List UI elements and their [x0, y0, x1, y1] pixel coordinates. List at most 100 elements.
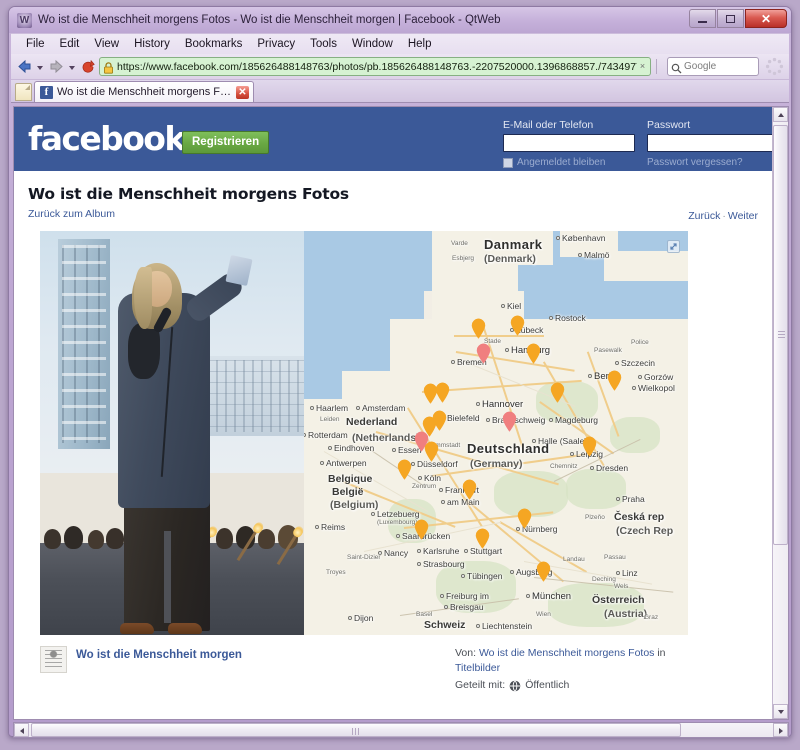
page-content: facebook Registrieren E-Mail oder Telefo…: [14, 107, 772, 719]
city-dot: [310, 406, 314, 410]
city-dot: [451, 360, 455, 364]
city-dot: [348, 616, 352, 620]
city-dot: [464, 549, 468, 553]
city-dot: [578, 253, 582, 257]
city-dot: [476, 624, 480, 628]
search-placeholder: Google: [684, 61, 717, 72]
page-name-link[interactable]: Wo ist die Menschheit morgen: [76, 646, 242, 673]
menu-bar: File Edit View History Bookmarks Privacy…: [11, 33, 789, 54]
menu-item-tools[interactable]: Tools: [303, 36, 344, 52]
city-dot: [440, 594, 444, 598]
title-bar: Wo ist die Menschheit morgens Fotos - Wo…: [9, 7, 791, 33]
shared-with-row: Geteilt mit: Öffentlich: [455, 678, 725, 693]
city-dot: [417, 562, 421, 566]
url-text: https://www.facebook.com/185626488148763…: [117, 60, 637, 73]
from-album-link[interactable]: Wo ist die Menschheit morgens Fotos: [479, 647, 654, 659]
city-dot: [356, 406, 360, 410]
url-bar[interactable]: https://www.facebook.com/185626488148763…: [99, 57, 651, 76]
email-label: E-Mail oder Telefon: [503, 119, 594, 131]
back-dropdown-icon[interactable]: [36, 59, 45, 75]
tab-title: Wo ist die Menschheit morgens Fo...: [57, 86, 232, 98]
back-to-album-link[interactable]: Zurück zum Album: [28, 208, 115, 220]
menu-item-edit[interactable]: Edit: [53, 36, 87, 52]
photo-page: Wo ist die Menschheit morgens Fotos Zurü…: [14, 171, 772, 692]
forward-arrow-icon: [48, 58, 65, 75]
rally-photograph: [40, 231, 304, 635]
city-dot: [638, 375, 642, 379]
stay-logged-in-row[interactable]: Angemeldet bleiben: [503, 157, 635, 168]
navigation-toolbar: https://www.facebook.com/185626488148763…: [11, 54, 789, 80]
city-dot: [396, 534, 400, 538]
browser-tab[interactable]: f Wo ist die Menschheit morgens Fo... ✕: [34, 81, 254, 102]
window-title: Wo ist die Menschheit morgens Fotos - Wo…: [38, 14, 501, 26]
city-dot: [556, 236, 560, 240]
city-dot: [417, 549, 421, 553]
facebook-logo[interactable]: facebook: [28, 121, 186, 157]
url-clear-icon[interactable]: ×: [637, 61, 648, 72]
city-dot: [510, 328, 514, 332]
email-column: E-Mail oder Telefon Angemeldet bleiben: [503, 119, 635, 168]
back-arrow-icon[interactable]: [16, 58, 33, 75]
stay-logged-in-checkbox[interactable]: [503, 157, 513, 168]
city-dot: [476, 402, 480, 406]
tab-close-icon[interactable]: ✕: [236, 85, 249, 99]
email-field[interactable]: [503, 134, 635, 152]
password-field[interactable]: [647, 134, 772, 152]
scroll-up-button[interactable]: [773, 107, 788, 122]
expand-icon[interactable]: [667, 240, 680, 253]
album-name-link[interactable]: Titelbilder: [455, 662, 500, 674]
search-input[interactable]: Google: [667, 57, 759, 76]
avatar[interactable]: [40, 646, 67, 673]
new-tab-button[interactable]: [15, 83, 32, 101]
prev-photo-link[interactable]: Zurück: [688, 210, 720, 222]
privacy-value: Öffentlich: [525, 679, 570, 691]
city-dot: [441, 416, 445, 420]
next-photo-link[interactable]: Weiter: [728, 210, 758, 222]
menu-item-history[interactable]: History: [127, 36, 177, 52]
menu-item-view[interactable]: View: [87, 36, 126, 52]
menu-item-bookmarks[interactable]: Bookmarks: [178, 36, 250, 52]
menu-item-window[interactable]: Window: [345, 36, 400, 52]
city-dot: [371, 512, 375, 516]
page-viewport: facebook Registrieren E-Mail oder Telefo…: [13, 106, 789, 720]
scroll-down-button[interactable]: [773, 704, 788, 719]
close-button[interactable]: ✕: [745, 9, 787, 28]
scroll-right-button[interactable]: [773, 723, 788, 737]
photo-metadata: Von: Wo ist die Menschheit morgens Fotos…: [455, 646, 725, 693]
photo-stage[interactable]: Danmark (Denmark) København Malmö Varde Esbje…: [40, 231, 688, 635]
qtweb-app-icon: [17, 12, 32, 28]
vertical-scrollbar[interactable]: [772, 107, 788, 719]
vertical-scroll-thumb[interactable]: [773, 125, 788, 545]
password-label: Passwort: [647, 119, 691, 131]
horizontal-scroll-thumb[interactable]: [31, 723, 681, 737]
city-dot: [616, 571, 620, 575]
horizontal-scrollbar[interactable]: [13, 722, 789, 738]
germany-map-image: Danmark (Denmark) København Malmö Varde Esbje…: [304, 231, 688, 635]
maximize-button[interactable]: [717, 9, 744, 28]
city-dot: [526, 594, 530, 598]
city-dot: [392, 448, 396, 452]
register-button[interactable]: Registrieren: [182, 131, 270, 154]
loading-spinner-icon: [765, 57, 784, 76]
from-label: Von:: [455, 647, 477, 659]
city-dot: [505, 348, 509, 352]
padlock-icon: [103, 61, 114, 74]
minimize-button[interactable]: [689, 9, 716, 28]
city-dot: [616, 497, 620, 501]
menu-item-help[interactable]: Help: [401, 36, 439, 52]
city-dot: [315, 525, 319, 529]
city-dot: [516, 527, 520, 531]
city-dot: [439, 488, 443, 492]
window-controls: ✕: [689, 9, 787, 28]
menu-item-privacy[interactable]: Privacy: [250, 36, 302, 52]
city-dot: [588, 374, 592, 378]
menu-item-file[interactable]: File: [19, 36, 52, 52]
forward-dropdown-icon[interactable]: [68, 59, 77, 75]
reload-icon[interactable]: [80, 59, 96, 75]
forgot-password-link[interactable]: Passwort vergessen?: [647, 157, 743, 168]
city-dot: [441, 500, 445, 504]
from-in-word: in: [657, 647, 666, 659]
city-dot: [501, 304, 505, 308]
scroll-left-button[interactable]: [14, 723, 29, 737]
page-title: Wo ist die Menschheit morgens Fotos: [28, 185, 349, 203]
